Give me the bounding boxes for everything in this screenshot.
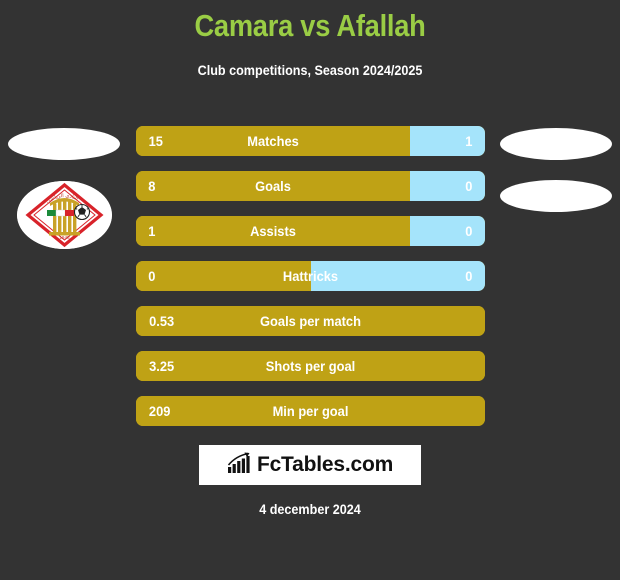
away-club-logo-placeholder-top — [500, 128, 612, 160]
stats-comparison-list: Matches 15 1 Goals 8 0 Assists 1 0 Hattricks 0 0 Goa… — [136, 126, 485, 441]
stat-label: Matches — [247, 133, 299, 149]
stat-bar-away-fill — [409, 126, 485, 156]
stat-label: Shots per goal — [265, 358, 356, 374]
away-club-logo-placeholder-bottom — [500, 180, 612, 212]
fctables-logo[interactable]: FcTables.com — [199, 445, 421, 485]
stat-value-away: 0 — [465, 178, 473, 194]
stat-row: Goals 8 0 — [136, 171, 485, 201]
page-subtitle: Club competitions, Season 2024/2025 — [197, 62, 423, 78]
stat-value-home: 0 — [148, 268, 156, 284]
stat-label: Goals per match — [260, 313, 361, 329]
stat-label: Goals — [255, 178, 291, 194]
stat-value-away: 1 — [465, 133, 473, 149]
generated-date: 4 december 2024 — [259, 501, 361, 517]
club-crest-icon: النادي الرياضي 1948 — [17, 181, 112, 249]
stat-bar-away-fill — [409, 216, 485, 246]
stat-value-home: 209 — [148, 403, 171, 419]
fctables-logo-text: FcTables.com — [256, 453, 394, 476]
stat-label: Hattricks — [282, 268, 339, 284]
stat-row: Min per goal 209 — [136, 396, 485, 426]
home-club-logo-placeholder — [8, 128, 120, 160]
stat-value-home: 1 — [148, 223, 156, 239]
stat-bar-away-fill — [409, 171, 485, 201]
stat-row: Shots per goal 3.25 — [136, 351, 485, 381]
stat-value-home: 8 — [148, 178, 156, 194]
stat-row: Hattricks 0 0 — [136, 261, 485, 291]
stat-value-home: 3.25 — [149, 358, 175, 374]
bar-chart-growth-icon — [227, 452, 253, 479]
stat-value-home: 0.53 — [149, 313, 175, 329]
stat-value-home: 15 — [148, 133, 163, 149]
page-title: Camara vs Afallah — [194, 8, 426, 43]
stat-value-away: 0 — [465, 268, 473, 284]
stat-label: Assists — [250, 223, 296, 239]
stat-row: Goals per match 0.53 — [136, 306, 485, 336]
svg-text:1948: 1948 — [59, 235, 70, 240]
stat-row: Matches 15 1 — [136, 126, 485, 156]
stat-value-away: 0 — [465, 223, 473, 239]
stat-label: Min per goal — [272, 403, 349, 419]
stat-row: Assists 1 0 — [136, 216, 485, 246]
